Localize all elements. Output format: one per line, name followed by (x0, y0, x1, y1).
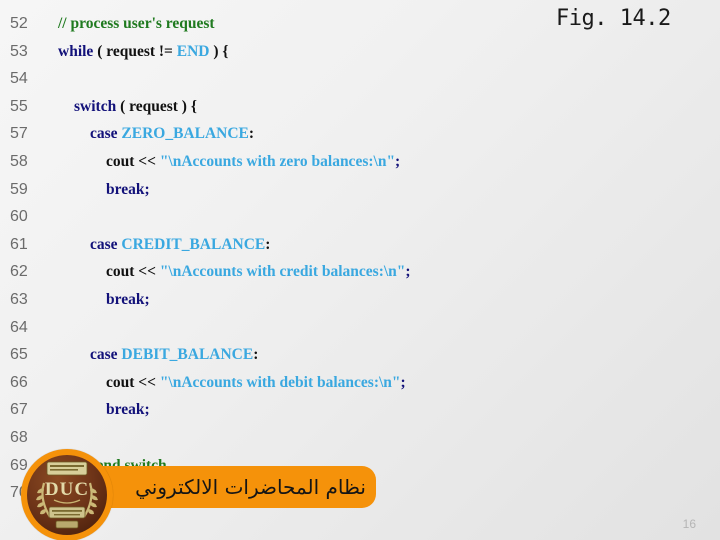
code-line-text: cout << "\nAccounts with credit balances… (42, 258, 560, 286)
code-token-keyword: break (106, 180, 145, 198)
code-line-text: case ZERO_BALANCE: (42, 120, 560, 148)
code-line: 64 (0, 314, 560, 342)
code-token-const: ZERO_BALANCE (121, 125, 249, 143)
footer-banner-text: نظام المحاضرات الالكتروني (135, 475, 366, 499)
code-line: 58 cout << "\nAccounts with zero balances… (0, 148, 560, 176)
code-token-string: "\nAccounts with credit balances:\n" (159, 263, 406, 281)
code-token-punct: ; (405, 263, 411, 281)
code-token-string: "\nAccounts with zero balances:\n" (159, 152, 396, 170)
code-line-number: 57 (10, 125, 28, 143)
code-line-text: while ( request != END ) { (42, 38, 560, 66)
slide-canvas: Fig. 14.2 52 // process user's request 53 w… (0, 0, 720, 540)
code-token-keyword: case (90, 125, 118, 143)
code-line-text: case CREDIT_BALANCE: (42, 231, 560, 259)
code-line-text: break; (42, 176, 560, 204)
code-token-punct: ; (144, 290, 150, 308)
code-token-plain: cout << (106, 373, 160, 391)
code-line-number: 64 (10, 318, 28, 336)
code-line-text: break; (42, 396, 560, 424)
code-line: 68 (0, 424, 560, 452)
page-number: 16 (682, 517, 696, 531)
code-line: 57 case ZERO_BALANCE: (0, 120, 560, 148)
code-line: 63 break; (0, 286, 560, 314)
code-token-keyword: case (90, 235, 118, 253)
code-token-plain: cout << (106, 152, 160, 170)
code-line-number: 60 (10, 208, 28, 226)
code-line: 62 cout << "\nAccounts with credit balanc… (0, 258, 560, 286)
university-logo: DUC (21, 449, 113, 540)
code-line-text: cout << "\nAccounts with debit balances:… (42, 369, 560, 397)
code-token-punct: ; (400, 373, 406, 391)
code-token-plain: ) { (209, 42, 229, 60)
code-token-comment: // process user's request (58, 15, 215, 32)
code-token-string: "\nAccounts with debit balances:\n" (159, 373, 401, 391)
code-line-text: case DEBIT_BALANCE: (42, 341, 560, 369)
code-token-punct: ; (144, 401, 150, 419)
code-token-const: END (176, 42, 210, 60)
code-token-plain: : (253, 346, 259, 364)
code-line: 67 break; (0, 396, 560, 424)
code-token-punct: ; (395, 152, 401, 170)
svg-text:DUC: DUC (45, 479, 89, 500)
code-line: 52 // process user's request (0, 10, 560, 38)
code-token-keyword: switch (74, 97, 117, 115)
code-token-plain: ( request != (93, 42, 177, 60)
code-token-plain: ( request ) { (116, 97, 197, 115)
code-line-number: 68 (10, 428, 28, 446)
code-line: 61 case CREDIT_BALANCE: (0, 231, 560, 259)
code-token-const: DEBIT_BALANCE (121, 346, 254, 364)
code-line: 66 cout << "\nAccounts with debit balance… (0, 369, 560, 397)
university-logo-emblem: DUC (27, 455, 107, 535)
code-token-keyword: break (106, 290, 145, 308)
code-listing: 52 // process user's request 53 while ( req… (0, 10, 560, 507)
code-line: 65 case DEBIT_BALANCE: (0, 341, 560, 369)
code-line-number: 52 (10, 15, 28, 32)
code-token-keyword: case (90, 346, 118, 364)
code-token-plain: cout << (106, 263, 160, 281)
code-token-const: CREDIT_BALANCE (121, 235, 266, 253)
code-line-number: 58 (10, 152, 28, 170)
code-line-text: break; (42, 286, 560, 314)
code-line-number: 53 (10, 42, 28, 60)
code-line-number: 62 (10, 263, 28, 281)
code-line: 59 break; (0, 176, 560, 204)
code-token-punct: ; (144, 180, 150, 198)
code-line-number: 61 (10, 235, 28, 253)
code-line-number: 67 (10, 401, 28, 419)
code-line-text: // process user's request (42, 10, 560, 38)
code-line-number: 63 (10, 290, 28, 308)
code-token-plain: : (248, 125, 255, 143)
code-line: 53 while ( request != END ) { (0, 38, 560, 66)
code-line: 55 switch ( request ) { (0, 93, 560, 121)
code-line-number: 65 (10, 346, 28, 364)
code-line-text: switch ( request ) { (42, 93, 560, 121)
code-line-number: 59 (10, 180, 28, 198)
figure-label: Fig. 14.2 (556, 6, 671, 31)
code-line-number: 66 (10, 373, 28, 391)
code-line: 60 (0, 203, 560, 231)
code-line-number: 55 (10, 97, 28, 115)
code-token-plain: : (265, 235, 271, 253)
code-line-text: cout << "\nAccounts with zero balances:\… (42, 148, 560, 176)
code-token-keyword: while (58, 42, 94, 60)
code-line-number: 54 (10, 70, 28, 88)
code-line: 54 (0, 65, 560, 93)
code-token-keyword: break (106, 401, 145, 419)
